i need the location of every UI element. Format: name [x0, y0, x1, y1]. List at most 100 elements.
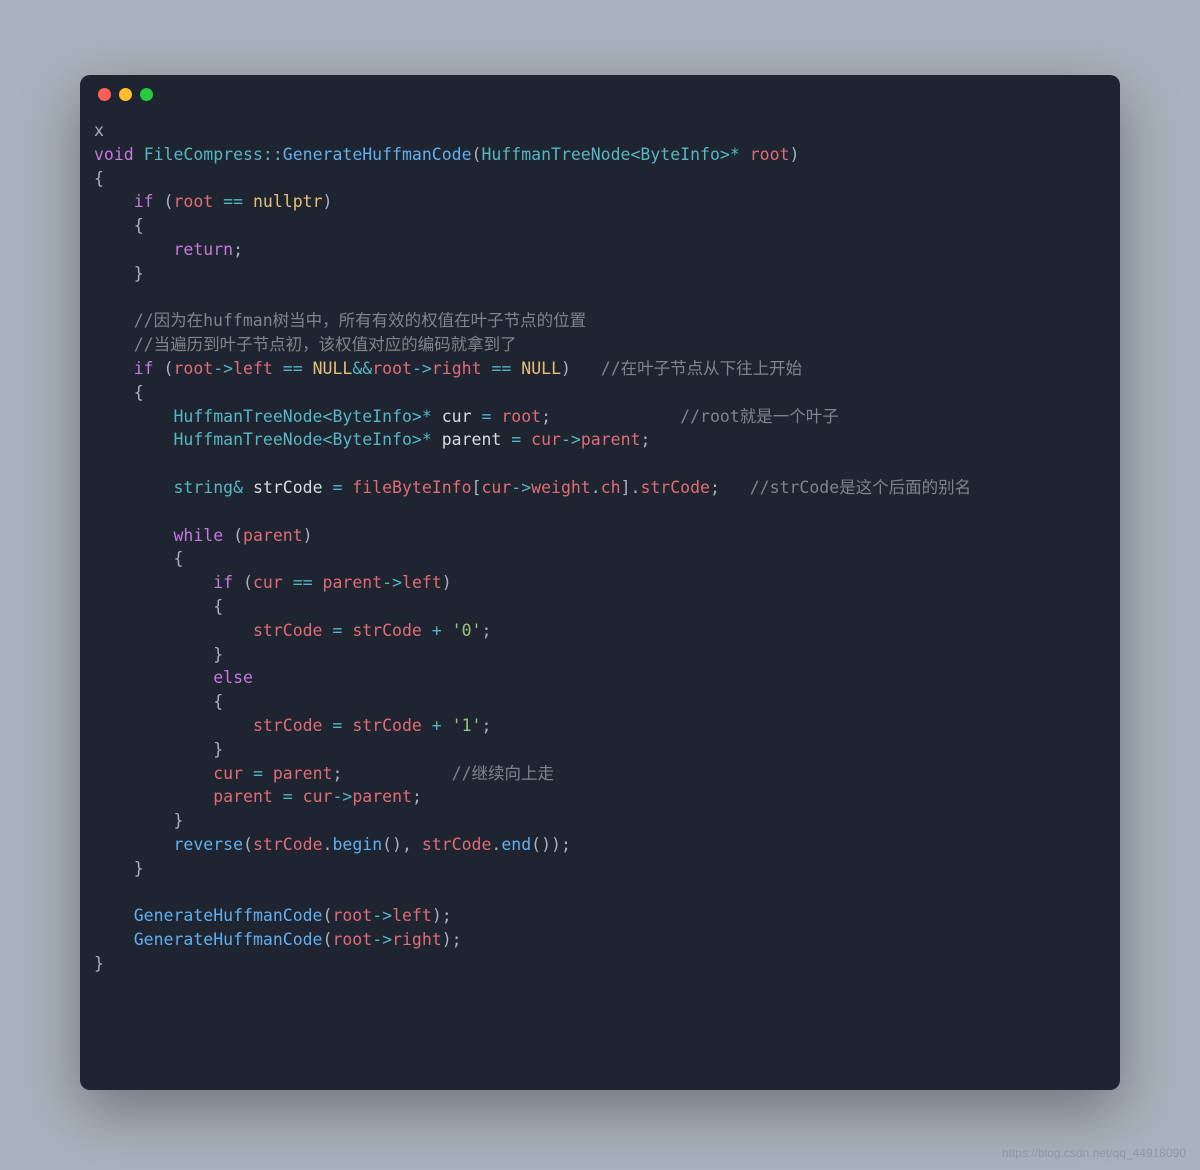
pad: [342, 764, 451, 783]
gt: >: [720, 145, 730, 164]
id-parent: parent: [432, 430, 511, 449]
paren: ): [323, 192, 333, 211]
id-filebyteinfo: fileByteInfo: [342, 478, 471, 497]
nullptr: nullptr: [253, 192, 323, 211]
id-strcode: strCode: [243, 478, 332, 497]
kw-if: if: [134, 359, 154, 378]
id-parent: parent: [352, 787, 412, 806]
comment: //在叶子节点从下往上开始: [601, 359, 802, 378]
paren: ): [303, 526, 313, 545]
brace: {: [94, 597, 223, 616]
comment: //当遍历到叶子节点初，该权值对应的编码就拿到了: [134, 335, 517, 354]
lt: <: [630, 145, 640, 164]
star: *: [422, 430, 432, 449]
semi: ;: [412, 787, 422, 806]
fn-begin: begin: [332, 835, 382, 854]
brace: }: [94, 859, 144, 878]
semi: ;: [640, 430, 650, 449]
kw-if: if: [213, 573, 233, 592]
type: HuffmanTreeNode: [173, 430, 322, 449]
paren: ): [432, 906, 442, 925]
type: HuffmanTreeNode: [481, 145, 630, 164]
scope-op: ::: [263, 145, 283, 164]
fn-call: GenerateHuffmanCode: [134, 930, 323, 949]
paren: (: [154, 359, 174, 378]
tmpl: ByteInfo: [640, 145, 719, 164]
arrow: ->: [372, 906, 392, 925]
id-left: left: [233, 359, 273, 378]
id-root: root: [332, 930, 372, 949]
kw-else: else: [213, 668, 253, 687]
arrow: ->: [561, 430, 581, 449]
fn-name: GenerateHuffmanCode: [283, 145, 472, 164]
id-right: right: [432, 359, 482, 378]
lt: <: [323, 430, 333, 449]
minimize-icon[interactable]: [119, 88, 132, 101]
paren: (: [233, 573, 253, 592]
arrow: ->: [332, 787, 352, 806]
id-parent: parent: [213, 787, 273, 806]
fn-call: GenerateHuffmanCode: [134, 906, 323, 925]
id-cur: cur: [213, 764, 243, 783]
lt: <: [323, 407, 333, 426]
lead-char: x: [94, 121, 104, 140]
brace: }: [94, 645, 223, 664]
semi: ;: [541, 407, 551, 426]
star: *: [730, 145, 740, 164]
kw-if: if: [134, 192, 154, 211]
tmpl: ByteInfo: [332, 407, 411, 426]
semi: ;: [442, 906, 452, 925]
id-root: root: [174, 359, 214, 378]
arg: root: [740, 145, 790, 164]
paren: (: [323, 930, 333, 949]
dot: .: [491, 835, 501, 854]
NULL: NULL: [313, 359, 353, 378]
dot: .: [323, 835, 333, 854]
id-ch: ch: [601, 478, 621, 497]
id-parent: parent: [273, 764, 333, 783]
asgn: =: [511, 430, 521, 449]
watermark: https://blog.csdn.net/qq_44918090: [1002, 1146, 1186, 1160]
lbracket: [: [472, 478, 482, 497]
id-cur: cur: [521, 430, 561, 449]
kw-while: while: [173, 526, 223, 545]
brace: {: [94, 216, 144, 235]
asgn: =: [323, 716, 353, 735]
dot: .: [591, 478, 601, 497]
dot: .: [631, 478, 641, 497]
eq: ==: [283, 573, 323, 592]
semi: ;: [332, 764, 342, 783]
asgn: =: [273, 787, 303, 806]
tmpl: ByteInfo: [332, 430, 411, 449]
code-block: x void FileCompress::GenerateHuffmanCode…: [80, 113, 1120, 990]
rparen: ): [789, 145, 799, 164]
comment: //继续向上走: [452, 764, 554, 783]
close-icon[interactable]: [98, 88, 111, 101]
fn-end: end: [501, 835, 531, 854]
id-strcode: strCode: [253, 835, 323, 854]
id-strcode: strCode: [253, 621, 323, 640]
asgn: =: [481, 407, 491, 426]
paren: (: [154, 192, 174, 211]
id-cur: cur: [303, 787, 333, 806]
id-root: root: [491, 407, 541, 426]
comma: ,: [402, 835, 422, 854]
id-cur: cur: [432, 407, 482, 426]
eq: ==: [482, 359, 522, 378]
semi: ;: [452, 930, 462, 949]
brace: {: [94, 169, 104, 188]
brace: {: [94, 383, 144, 402]
ns: FileCompress: [144, 145, 263, 164]
comment: //root就是一个叶子: [680, 407, 839, 426]
brace: {: [94, 549, 183, 568]
paren: (): [531, 835, 551, 854]
zoom-icon[interactable]: [140, 88, 153, 101]
id-parent: parent: [581, 430, 641, 449]
star: *: [422, 407, 432, 426]
brace: }: [94, 264, 144, 283]
pad: [720, 478, 750, 497]
paren: ): [442, 930, 452, 949]
paren: (: [323, 906, 333, 925]
fn-reverse: reverse: [173, 835, 243, 854]
id-strcode: strCode: [640, 478, 710, 497]
